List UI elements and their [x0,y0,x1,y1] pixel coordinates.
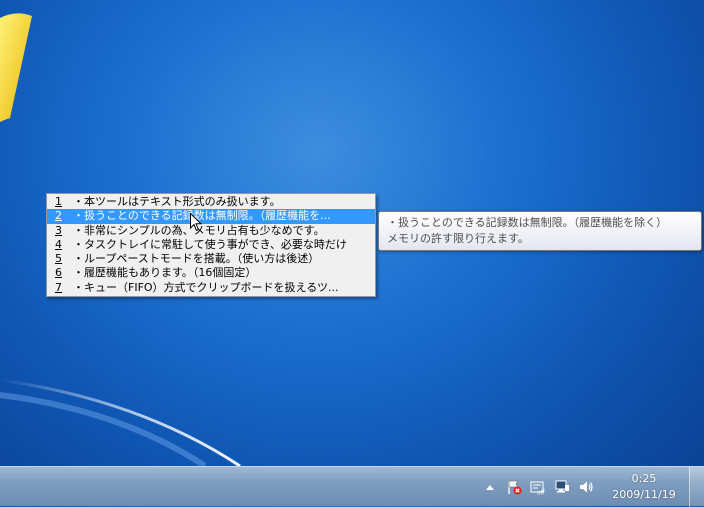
clipboard-history-menu: 1 ・本ツールはテキスト形式のみ扱います。 2 ・扱うことのできる記録数は無制限。（履… [46,193,376,297]
menu-item-number: 7 [55,280,62,294]
show-desktop-button[interactable] [689,467,704,507]
menu-item-5[interactable]: 5 ・ループペーストモードを搭載。（使い方は後述） [47,252,375,266]
tooltip-line-2: メモリの許す限り行えます。 [387,232,529,245]
menu-item-number: 3 [55,223,62,237]
menu-item-label: ・履歴機能もあります。（16個固定） [73,266,257,280]
action-center-icon[interactable] [506,479,522,495]
menu-item-label: ・キュー（FIFO）方式でクリップボードを扱えるツ... [73,280,339,294]
svg-text:off: off [537,490,546,496]
system-tray: off [478,467,598,507]
ime-off-icon[interactable]: off [530,479,546,495]
menu-item-label: ・ループペーストモードを搭載。（使い方は後述） [73,252,320,266]
menu-item-label: ・本ツールはテキスト形式のみ扱います。 [73,195,281,208]
taskbar-clock[interactable]: 0:25 2009/11/19 [604,471,684,503]
item-tooltip: ・扱うことのできる記録数は無制限。（履歴機能を除く） メモリの許す限り行えます。 [378,211,702,251]
menu-item-7[interactable]: 7 ・キュー（FIFO）方式でクリップボードを扱えるツ... [47,281,375,295]
menu-item-3[interactable]: 3 ・非常にシンプルの為、メモリ占有も少なめです。 [47,224,375,238]
menu-item-6[interactable]: 6 ・履歴機能もあります。（16個固定） [47,266,375,280]
menu-item-1[interactable]: 1 ・本ツールはテキスト形式のみ扱います。 [47,195,375,209]
menu-item-number: 1 [55,195,62,208]
mouse-cursor-icon [190,213,202,232]
menu-item-number: 6 [55,266,62,280]
show-hidden-icon[interactable] [482,479,498,495]
tooltip-line-1: ・扱うことのできる記録数は無制限。（履歴機能を除く） [387,216,668,229]
clock-date: 2009/11/19 [612,488,676,501]
menu-item-number: 4 [55,237,62,251]
menu-item-number: 5 [55,252,62,266]
menu-item-number: 2 [55,209,62,223]
taskbar: off 0:25 2009/11/19 [0,466,704,507]
menu-item-2[interactable]: 2 ・扱うことのできる記録数は無制限。（履歴機能を... [47,209,375,224]
clock-time: 0:25 [631,472,657,485]
menu-item-label: ・タスクトレイに常駐して使う事ができ、必要な時だけ [73,237,347,251]
volume-icon[interactable] [578,479,594,495]
network-icon[interactable] [554,479,570,495]
menu-item-4[interactable]: 4 ・タスクトレイに常駐して使う事ができ、必要な時だけ [47,238,375,252]
